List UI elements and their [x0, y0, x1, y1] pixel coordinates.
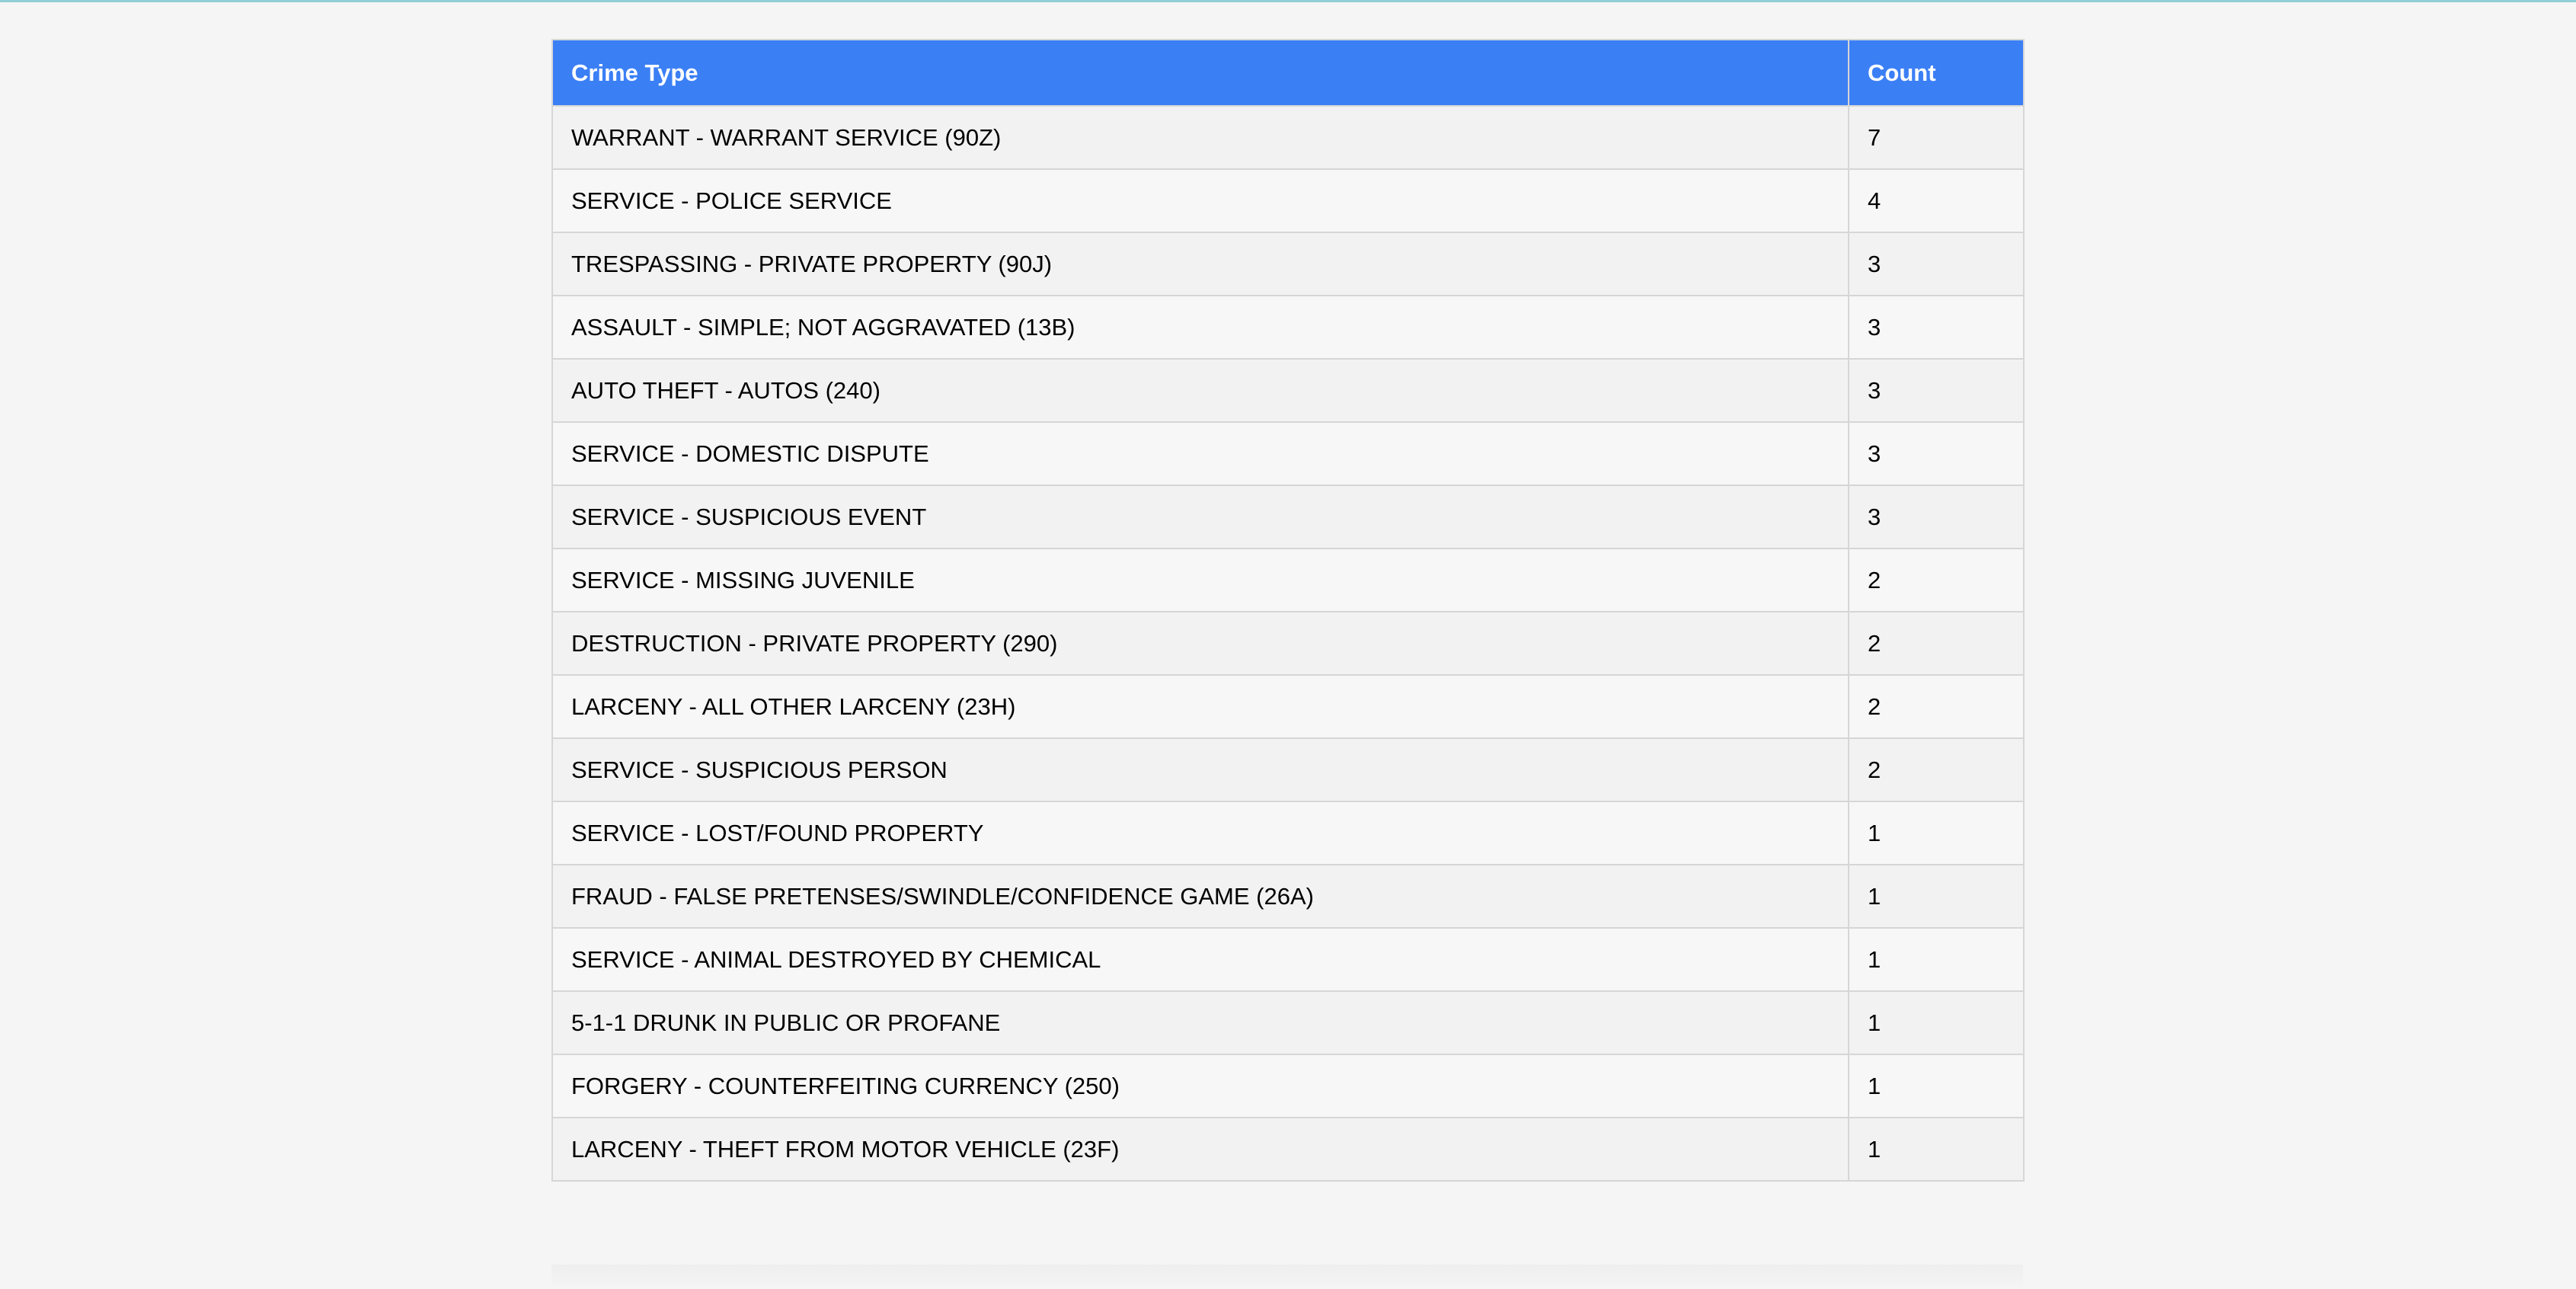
crime-type-cell: FRAUD - FALSE PRETENSES/SWINDLE/CONFIDEN… — [551, 864, 1849, 929]
table-row: LARCENY - ALL OTHER LARCENY (23H) 2 — [551, 674, 2025, 739]
count-cell: 4 — [1848, 168, 2025, 233]
table-header: Crime Type Count — [551, 39, 2025, 107]
crime-type-cell: TRESPASSING - PRIVATE PROPERTY (90J) — [551, 232, 1849, 296]
column-header-count[interactable]: Count — [1848, 39, 2025, 107]
count-cell: 3 — [1848, 295, 2025, 360]
count-cell: 1 — [1848, 927, 2025, 992]
crime-type-cell: LARCENY - THEFT FROM MOTOR VEHICLE (23F) — [551, 1117, 1849, 1182]
top-border — [0, 0, 2576, 2]
count-cell: 1 — [1848, 864, 2025, 929]
table-row: WARRANT - WARRANT SERVICE (90Z) 7 — [551, 105, 2025, 170]
crime-type-cell: WARRANT - WARRANT SERVICE (90Z) — [551, 105, 1849, 170]
table-bottom-shadow — [551, 1265, 2023, 1289]
table-row: SERVICE - SUSPICIOUS EVENT 3 — [551, 485, 2025, 549]
table-row: SERVICE - DOMESTIC DISPUTE 3 — [551, 421, 2025, 486]
crime-type-cell: SERVICE - SUSPICIOUS EVENT — [551, 485, 1849, 549]
count-cell: 3 — [1848, 358, 2025, 423]
table-row: SERVICE - LOST/FOUND PROPERTY 1 — [551, 801, 2025, 865]
table-row: FORGERY - COUNTERFEITING CURRENCY (250) 1 — [551, 1054, 2025, 1118]
table-row: SERVICE - ANIMAL DESTROYED BY CHEMICAL 1 — [551, 927, 2025, 992]
count-cell: 3 — [1848, 485, 2025, 549]
crime-type-cell: 5-1-1 DRUNK IN PUBLIC OR PROFANE — [551, 990, 1849, 1055]
count-cell: 3 — [1848, 421, 2025, 486]
count-cell: 2 — [1848, 737, 2025, 802]
header-row: Crime Type Count — [551, 39, 2025, 107]
crime-type-cell: LARCENY - ALL OTHER LARCENY (23H) — [551, 674, 1849, 739]
crime-type-cell: SERVICE - ANIMAL DESTROYED BY CHEMICAL — [551, 927, 1849, 992]
table-row: SERVICE - POLICE SERVICE 4 — [551, 168, 2025, 233]
crime-type-cell: AUTO THEFT - AUTOS (240) — [551, 358, 1849, 423]
count-cell: 1 — [1848, 990, 2025, 1055]
table-row: ASSAULT - SIMPLE; NOT AGGRAVATED (13B) 3 — [551, 295, 2025, 360]
count-cell: 1 — [1848, 1117, 2025, 1182]
count-cell: 1 — [1848, 801, 2025, 865]
crime-table-container: Crime Type Count WARRANT - WARRANT SERVI… — [551, 39, 2025, 1182]
crime-type-cell: SERVICE - LOST/FOUND PROPERTY — [551, 801, 1849, 865]
count-cell: 1 — [1848, 1054, 2025, 1118]
table-row: AUTO THEFT - AUTOS (240) 3 — [551, 358, 2025, 423]
table-row: TRESPASSING - PRIVATE PROPERTY (90J) 3 — [551, 232, 2025, 296]
count-cell: 2 — [1848, 674, 2025, 739]
table-body: WARRANT - WARRANT SERVICE (90Z) 7 SERVICE … — [551, 105, 2025, 1182]
crime-type-cell: SERVICE - MISSING JUVENILE — [551, 548, 1849, 613]
crime-table: Crime Type Count WARRANT - WARRANT SERVI… — [551, 39, 2025, 1182]
crime-type-cell: FORGERY - COUNTERFEITING CURRENCY (250) — [551, 1054, 1849, 1118]
table-row: SERVICE - MISSING JUVENILE 2 — [551, 548, 2025, 613]
count-cell: 2 — [1848, 548, 2025, 613]
crime-type-cell: DESTRUCTION - PRIVATE PROPERTY (290) — [551, 611, 1849, 676]
crime-type-cell: SERVICE - POLICE SERVICE — [551, 168, 1849, 233]
table-row: LARCENY - THEFT FROM MOTOR VEHICLE (23F)… — [551, 1117, 2025, 1182]
count-cell: 7 — [1848, 105, 2025, 170]
count-cell: 2 — [1848, 611, 2025, 676]
column-header-crime-type[interactable]: Crime Type — [551, 39, 1849, 107]
crime-type-cell: SERVICE - DOMESTIC DISPUTE — [551, 421, 1849, 486]
table-row: DESTRUCTION - PRIVATE PROPERTY (290) 2 — [551, 611, 2025, 676]
table-row: 5-1-1 DRUNK IN PUBLIC OR PROFANE 1 — [551, 990, 2025, 1055]
count-cell: 3 — [1848, 232, 2025, 296]
table-row: SERVICE - SUSPICIOUS PERSON 2 — [551, 737, 2025, 802]
table-row: FRAUD - FALSE PRETENSES/SWINDLE/CONFIDEN… — [551, 864, 2025, 929]
crime-type-cell: ASSAULT - SIMPLE; NOT AGGRAVATED (13B) — [551, 295, 1849, 360]
crime-type-cell: SERVICE - SUSPICIOUS PERSON — [551, 737, 1849, 802]
